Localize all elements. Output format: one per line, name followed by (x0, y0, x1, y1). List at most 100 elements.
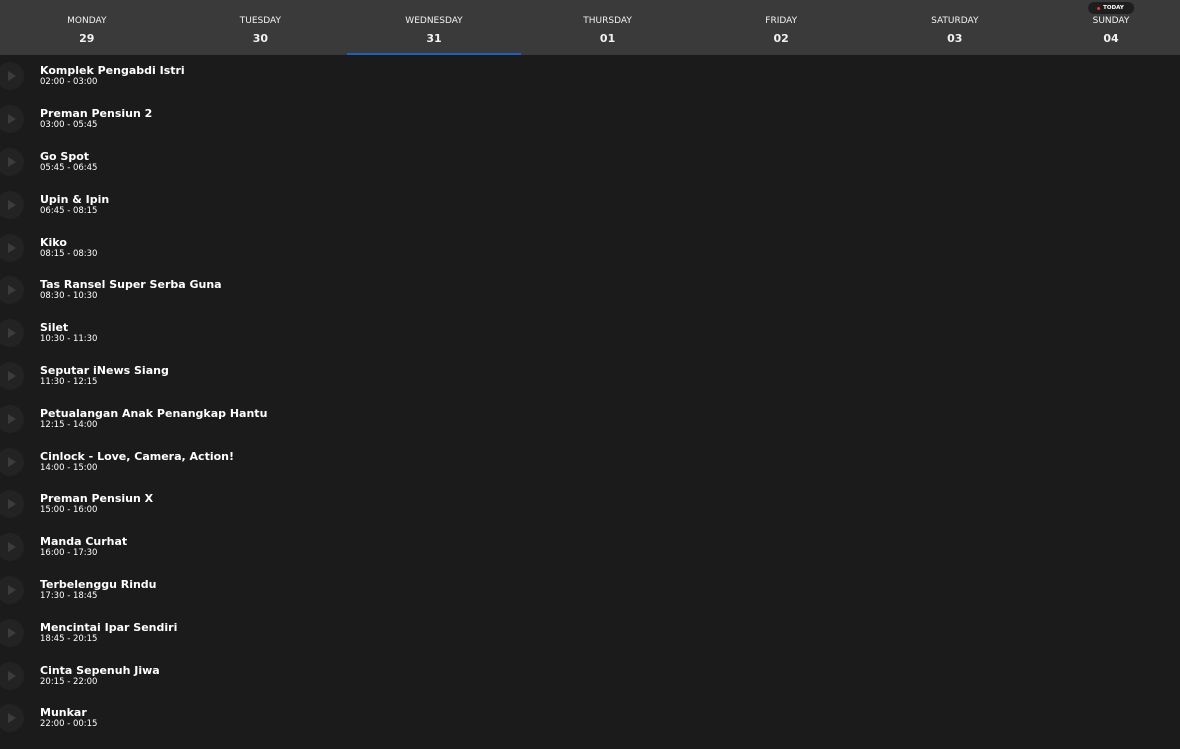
play-icon (7, 370, 16, 381)
play-icon (7, 584, 16, 595)
program-title: Cinta Sepenuh Jiwa (40, 663, 160, 677)
play-button[interactable] (0, 661, 24, 690)
program-time: 08:30 - 10:30 (40, 291, 98, 302)
program-time: 08:15 - 08:30 (40, 248, 98, 259)
program-row[interactable]: Mencintai Ipar Sendiri 18:45 - 20:15 (0, 611, 1180, 654)
program-row[interactable]: Silet 10:30 - 11:30 (0, 312, 1180, 355)
today-badge: TODAY (1088, 2, 1134, 14)
play-button[interactable] (0, 618, 24, 647)
play-button[interactable] (0, 533, 24, 562)
day-selector: MONDAY 29 TUESDAY 30 WEDNESDAY 31 THURSD… (0, 0, 1180, 55)
program-time: 05:45 - 06:45 (40, 162, 98, 173)
day-name: SATURDAY (931, 16, 979, 26)
day-tab-saturday[interactable]: SATURDAY 03 (868, 0, 1042, 55)
program-title: Upin & Ipin (40, 192, 110, 206)
program-title: Mencintai Ipar Sendiri (40, 620, 178, 634)
play-button[interactable] (0, 704, 24, 733)
play-button[interactable] (0, 190, 24, 219)
program-time: 18:45 - 20:15 (40, 633, 98, 644)
play-icon (7, 242, 16, 253)
program-schedule: Komplek Pengabdi Istri 02:00 - 03:00 Prema… (0, 55, 1180, 749)
program-row[interactable]: Komplek Pengabdi Istri 02:00 - 03:00 (0, 55, 1180, 98)
play-button[interactable] (0, 575, 24, 604)
play-icon (7, 114, 16, 125)
play-button[interactable] (0, 105, 24, 134)
day-name: TUESDAY (239, 16, 281, 26)
live-dot-icon (1097, 6, 1101, 10)
program-info: Komplek Pengabdi Istri 02:00 - 03:00 (40, 64, 185, 87)
program-info: Seputar iNews Siang 11:30 - 12:15 (40, 364, 169, 387)
program-row[interactable]: Tas Ransel Super Serba Guna 08:30 - 10:30 (0, 269, 1180, 312)
program-info: Munkar 22:00 - 00:15 (40, 706, 97, 729)
program-time: 22:00 - 00:15 (40, 719, 98, 730)
day-tab-sunday[interactable]: TODAY SUNDAY 04 (1042, 0, 1180, 55)
program-info: Manda Curhat 16:00 - 17:30 (40, 535, 127, 558)
day-name: WEDNESDAY (405, 16, 463, 26)
day-name: FRIDAY (765, 16, 798, 26)
day-tab-wednesday[interactable]: WEDNESDAY 31 (347, 0, 521, 55)
play-button[interactable] (0, 447, 24, 476)
program-info: Mencintai Ipar Sendiri 18:45 - 20:15 (40, 621, 177, 644)
play-button[interactable] (0, 361, 24, 390)
program-row[interactable]: Upin & Ipin 06:45 - 08:15 (0, 183, 1180, 226)
program-title: Go Spot (40, 149, 90, 163)
program-info: Cinta Sepenuh Jiwa 20:15 - 22:00 (40, 664, 160, 687)
play-icon (7, 328, 16, 339)
program-time: 02:00 - 03:00 (40, 77, 98, 88)
day-tab-tuesday[interactable]: TUESDAY 30 (174, 0, 348, 55)
program-title: Cinlock - Love, Camera, Action! (40, 449, 235, 463)
play-button[interactable] (0, 233, 24, 262)
play-icon (7, 499, 16, 510)
play-icon (7, 627, 16, 638)
program-time: 03:00 - 05:45 (40, 120, 98, 131)
play-button[interactable] (0, 319, 24, 348)
day-number: 30 (252, 32, 269, 45)
day-tab-thursday[interactable]: THURSDAY 01 (521, 0, 695, 55)
program-row[interactable]: Seputar iNews Siang 11:30 - 12:15 (0, 355, 1180, 398)
program-row[interactable]: Preman Pensiun X 15:00 - 16:00 (0, 483, 1180, 526)
program-info: Go Spot 05:45 - 06:45 (40, 150, 97, 173)
program-row[interactable]: Cinta Sepenuh Jiwa 20:15 - 22:00 (0, 654, 1180, 697)
play-icon (7, 156, 16, 167)
program-row[interactable]: Manda Curhat 16:00 - 17:30 (0, 526, 1180, 569)
play-icon (7, 71, 16, 82)
day-name: MONDAY (67, 16, 107, 26)
program-info: Petualangan Anak Penangkap Hantu 12:15 - … (40, 407, 267, 430)
program-title: Kiko (40, 235, 67, 249)
play-icon (7, 713, 16, 724)
program-title: Komplek Pengabdi Istri (40, 64, 185, 78)
program-row[interactable]: Preman Pensiun 2 03:00 - 05:45 (0, 98, 1180, 141)
play-button[interactable] (0, 62, 24, 91)
program-row[interactable]: Cinlock - Love, Camera, Action! 14:00 - 1… (0, 440, 1180, 483)
play-icon (7, 456, 16, 467)
program-time: 06:45 - 08:15 (40, 205, 98, 216)
day-tab-monday[interactable]: MONDAY 29 (0, 0, 174, 55)
program-title: Preman Pensiun 2 (40, 107, 153, 121)
play-button[interactable] (0, 404, 24, 433)
program-time: 20:15 - 22:00 (40, 676, 98, 687)
day-number: 31 (426, 32, 442, 45)
program-row[interactable]: Go Spot 05:45 - 06:45 (0, 141, 1180, 184)
program-row[interactable]: Terbelenggu Rindu 17:30 - 18:45 (0, 569, 1180, 612)
program-info: Preman Pensiun X 15:00 - 16:00 (40, 492, 153, 515)
program-time: 14:00 - 15:00 (40, 462, 98, 473)
play-button[interactable] (0, 147, 24, 176)
play-icon (7, 285, 16, 296)
program-time: 17:30 - 18:45 (40, 590, 98, 601)
program-title: Preman Pensiun X (40, 492, 154, 506)
day-tab-friday[interactable]: FRIDAY 02 (694, 0, 868, 55)
program-time: 15:00 - 16:00 (40, 505, 98, 516)
program-title: Munkar (40, 706, 87, 720)
play-button[interactable] (0, 276, 24, 305)
program-row[interactable]: Petualangan Anak Penangkap Hantu 12:15 - … (0, 397, 1180, 440)
day-number: 03 (947, 32, 963, 45)
program-row[interactable]: Kiko 08:15 - 08:30 (0, 226, 1180, 269)
play-icon (7, 199, 16, 210)
program-row[interactable]: Munkar 22:00 - 00:15 (0, 697, 1180, 740)
program-info: Terbelenggu Rindu 17:30 - 18:45 (40, 578, 157, 601)
program-info: Upin & Ipin 06:45 - 08:15 (40, 193, 109, 216)
play-button[interactable] (0, 490, 24, 519)
day-name: SUNDAY (1092, 16, 1130, 26)
program-time: 12:15 - 14:00 (40, 419, 98, 430)
play-icon (7, 413, 16, 424)
